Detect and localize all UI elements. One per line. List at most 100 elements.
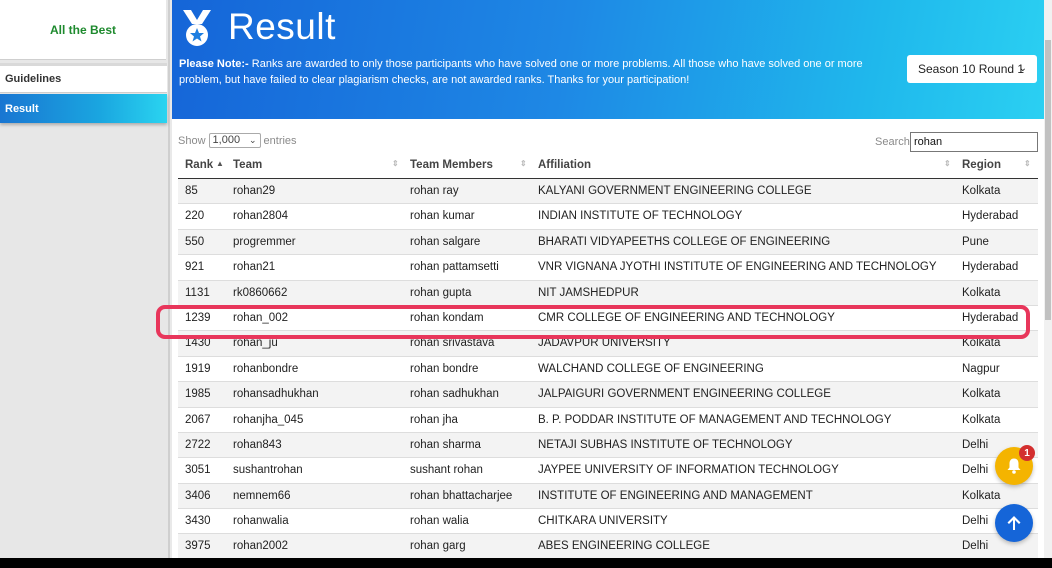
cell-rank: 220 <box>185 210 205 223</box>
cell-rank: 3975 <box>185 540 211 553</box>
cell-members: sushant rohan <box>410 464 483 477</box>
cell-members: rohan srivastava <box>410 337 495 350</box>
table-row: 921 rohan21 rohan pattamsetti VNR VIGNANA J… <box>178 255 1038 281</box>
scroll-to-top-button[interactable] <box>995 504 1033 542</box>
cell-rank: 3051 <box>185 464 211 477</box>
cell-region: Kolkata <box>962 388 1001 401</box>
sort-icon: ⇕ <box>392 159 399 168</box>
sort-icon: ⇕ <box>520 159 527 168</box>
column-header-team[interactable]: Team <box>233 159 262 171</box>
page-title: Result <box>228 6 336 47</box>
cell-region: Delhi <box>962 438 989 451</box>
column-header-rank[interactable]: Rank <box>185 159 213 171</box>
sort-icon: ⇕ <box>944 159 951 168</box>
cell-members: rohan ray <box>410 185 459 197</box>
cell-members: rohan garg <box>410 540 466 553</box>
cell-team: progremmer <box>233 235 296 248</box>
cell-region: Delhi <box>962 540 989 553</box>
entries-select[interactable]: 1,000 ⌄ <box>208 133 261 148</box>
entries-control: Show 1,000 ⌄ entries <box>178 133 297 148</box>
cell-rank: 1430 <box>185 337 211 350</box>
cell-team: rohansadhukhan <box>233 388 319 401</box>
season-select[interactable]: Season 10 Round 1 ⌄ <box>907 55 1037 83</box>
cell-region: Kolkata <box>962 185 1001 197</box>
cell-affiliation: JAYPEE UNIVERSITY OF INFORMATION TECHNOL… <box>538 464 839 477</box>
cell-team: rohan29 <box>233 185 276 197</box>
cell-region: Kolkata <box>962 337 1001 350</box>
cell-team: sushantrohan <box>233 464 303 477</box>
scrollbar-thumb[interactable] <box>1045 40 1051 320</box>
sidebar-item-label: Result <box>5 102 39 115</box>
sidebar-item-guidelines[interactable]: Guidelines <box>0 63 167 93</box>
cell-region: Kolkata <box>962 489 1001 502</box>
cell-team: nemnem66 <box>233 489 291 502</box>
cell-affiliation: INSTITUTE OF ENGINEERING AND MANAGEMENT <box>538 489 813 502</box>
cell-rank: 921 <box>185 261 205 274</box>
cell-team: rk0860662 <box>233 286 288 299</box>
cell-members: rohan jha <box>410 413 458 426</box>
cell-team: rohan21 <box>233 261 276 274</box>
cell-rank: 3406 <box>185 489 211 502</box>
cell-region: Pune <box>962 235 989 248</box>
entries-select-value: 1,000 <box>212 134 241 146</box>
note-text: Ranks are awarded to only those particip… <box>179 58 863 86</box>
sidebar-item-result[interactable]: Result <box>0 94 167 123</box>
page-header: Result Please Note:- Ranks are awarded t… <box>172 0 1044 119</box>
cell-members: rohan bhattacharjee <box>410 489 513 502</box>
cell-affiliation: KALYANI GOVERNMENT ENGINEERING COLLEGE <box>538 185 812 197</box>
table-row: 1239 rohan_002 rohan kondam CMR COLLEGE OF … <box>178 306 1038 332</box>
ranking-note: Please Note:- Ranks are awarded to only … <box>179 56 899 88</box>
cell-rank: 85 <box>185 185 198 197</box>
cell-team: rohanjha_045 <box>233 413 304 426</box>
table-row: 1919 rohanbondre rohan bondre WALCHAND COLL… <box>178 357 1038 383</box>
medal-icon <box>183 10 211 46</box>
table-row: 550 progremmer rohan salgare BHARATI VIDYAP… <box>178 229 1038 256</box>
cell-rank: 1239 <box>185 311 211 324</box>
cell-team: rohan2804 <box>233 210 288 223</box>
entries-label: entries <box>263 134 297 147</box>
main-content: Result Please Note:- Ranks are awarded t… <box>172 0 1044 560</box>
notification-badge: 1 <box>1019 445 1035 461</box>
show-label: Show <box>178 134 206 147</box>
cell-region: Hyderabad <box>962 311 1019 324</box>
note-prefix: Please Note:- <box>179 58 249 70</box>
cell-team: rohan_002 <box>233 311 288 324</box>
cell-members: rohan salgare <box>410 235 481 248</box>
sidebar: All the Best Guidelines Result <box>0 0 170 560</box>
cell-members: rohan bondre <box>410 362 479 375</box>
cell-members: rohan walia <box>410 515 469 528</box>
sidebar-item-label: Guidelines <box>5 73 62 85</box>
cell-affiliation: B. P. PODDAR INSTITUTE OF MANAGEMENT AND… <box>538 413 892 426</box>
search-label: Search: <box>875 136 913 148</box>
arrow-up-icon <box>1007 516 1021 530</box>
chevron-down-icon: ⌄ <box>248 135 257 145</box>
cell-rank: 1985 <box>185 388 211 401</box>
cell-rank: 3430 <box>185 515 211 528</box>
cell-region: Nagpur <box>962 362 1000 375</box>
chevron-down-icon: ⌄ <box>1018 63 1027 74</box>
cell-affiliation: NIT JAMSHEDPUR <box>538 286 639 299</box>
cell-members: rohan sharma <box>410 438 481 451</box>
cell-team: rohanwalia <box>233 515 289 528</box>
cell-rank: 2722 <box>185 438 211 451</box>
cell-affiliation: CMR COLLEGE OF ENGINEERING AND TECHNOLOG… <box>538 311 835 324</box>
bell-icon <box>1007 458 1021 474</box>
cell-team: rohan_ju <box>233 337 278 350</box>
cell-affiliation: NETAJI SUBHAS INSTITUTE OF TECHNOLOGY <box>538 438 793 451</box>
table-row: 2067 rohanjha_045 rohan jha B. P. PODDAR IN… <box>178 408 1038 433</box>
cell-region: Kolkata <box>962 286 1001 299</box>
cell-affiliation: WALCHAND COLLEGE OF ENGINEERING <box>538 362 764 375</box>
column-header-region[interactable]: Region <box>962 159 1001 171</box>
cell-members: rohan kondam <box>410 311 484 324</box>
sidebar-brand: All the Best <box>0 0 166 60</box>
cell-affiliation: CHITKARA UNIVERSITY <box>538 515 668 528</box>
cell-region: Kolkata <box>962 413 1001 426</box>
table-row: 3430 rohanwalia rohan walia CHITKARA UNIVER… <box>178 509 1038 535</box>
table-row: 1131 rk0860662 rohan gupta NIT JAMSHEDPUR Ko… <box>178 280 1038 306</box>
column-header-members[interactable]: Team Members <box>410 159 493 171</box>
column-header-affiliation[interactable]: Affiliation <box>538 159 591 171</box>
search-input[interactable] <box>910 132 1038 152</box>
brand-text: All the Best <box>49 22 116 37</box>
cell-affiliation: JALPAIGURI GOVERNMENT ENGINEERING COLLEG… <box>538 388 831 401</box>
table-row: 1430 rohan_ju rohan srivastava JADAVPUR UNI… <box>178 331 1038 357</box>
